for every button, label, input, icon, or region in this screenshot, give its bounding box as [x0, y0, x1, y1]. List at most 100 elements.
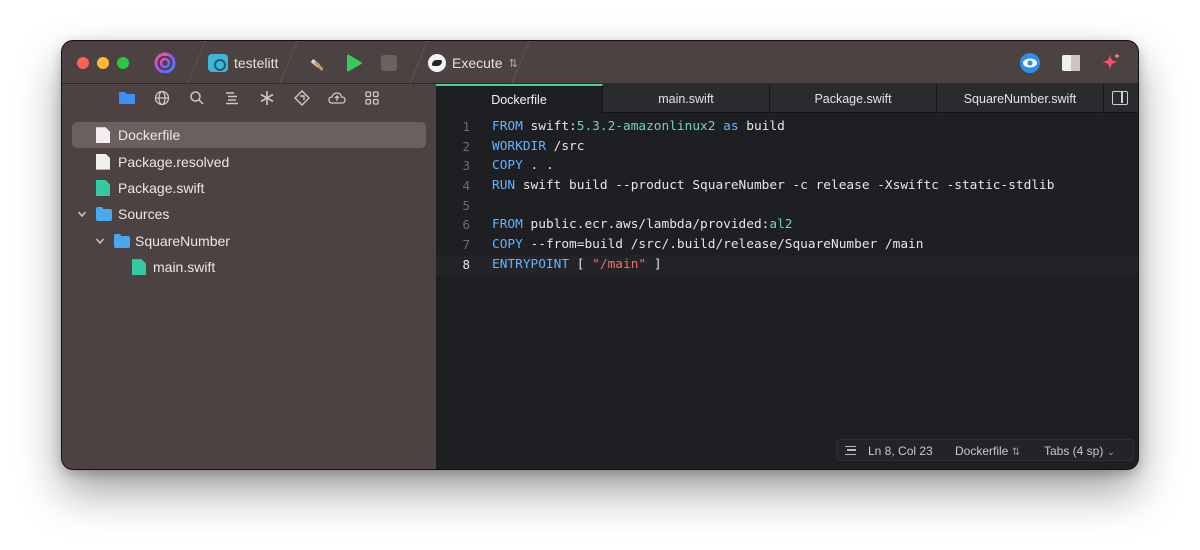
folder-icon[interactable] [116, 89, 138, 107]
globe-icon[interactable] [151, 89, 173, 107]
code-text: FROM public.ecr.aws/lambda/provided:al2 [492, 215, 793, 235]
file-tree-item-label: Dockerfile [118, 127, 181, 144]
code-text: COPY . . [492, 156, 554, 176]
scheme-selector[interactable]: Execute ⇅ [428, 52, 518, 74]
code-string: "/main" [592, 256, 647, 272]
titlebar: testelitt Execute ⇅ [62, 41, 1138, 84]
tab-squarenumber-swift[interactable]: SquareNumber.swift [937, 84, 1104, 113]
swift-file-icon [132, 259, 146, 276]
chevron-down-icon[interactable] [94, 235, 106, 247]
hammer-icon[interactable] [307, 52, 329, 74]
code-text: COPY --from=build /src/.build/release/Sq… [492, 235, 923, 255]
lines-icon[interactable] [845, 446, 856, 455]
code-keyword: RUN [492, 178, 516, 194]
diamond-icon[interactable] [291, 89, 313, 107]
indentation-selector[interactable]: Tabs (4 sp) ⌄ [1044, 444, 1115, 458]
line-number: 1 [462, 119, 470, 134]
file-tree-item-label: Package.swift [118, 179, 205, 196]
line-number: 6 [462, 217, 470, 233]
cursor-position[interactable]: Ln 8, Col 23 [868, 444, 933, 458]
tab-main-swift[interactable]: main.swift [603, 84, 770, 113]
updown-chevron-icon: ⇅ [1011, 447, 1021, 458]
close-window-button[interactable] [77, 57, 89, 69]
tab-package-swift[interactable]: Package.swift [770, 84, 937, 113]
code-keyword: COPY [492, 158, 523, 174]
code-text: ENTRYPOINT [ "/main" ] [492, 255, 662, 275]
file-type-label: Dockerfile [955, 444, 1009, 458]
folder-icon [96, 207, 112, 222]
code-keyword: as [723, 119, 739, 134]
code-line: 1 FROM swift:5.3.2-amazonlinux2 as build [436, 117, 1138, 137]
code-line: 4 RUN swift build --product SquareNumber … [436, 176, 1138, 196]
code-editor: Dockerfile main.swift Package.swift Squa… [436, 84, 1138, 469]
editor-tab-bar: Dockerfile main.swift Package.swift Squa… [436, 84, 1138, 113]
code-line: 6 FROM public.ecr.aws/lambda/provided:al2 [436, 215, 1138, 235]
code-area[interactable]: 1 FROM swift:5.3.2-amazonlinux2 as build … [436, 117, 1138, 275]
line-number: 5 [462, 197, 470, 213]
code-token: build [738, 119, 785, 134]
code-token: swift build --product SquareNumber -c re… [515, 178, 1055, 194]
search-icon[interactable] [186, 89, 208, 107]
grid-icon[interactable] [361, 89, 383, 107]
line-number: 7 [462, 237, 470, 253]
chevron-down-icon[interactable] [76, 208, 88, 220]
line-number: 3 [462, 158, 470, 174]
file-tree-item-label: SquareNumber [135, 232, 230, 249]
chevron-down-icon: ⌄ [1106, 447, 1116, 458]
stop-icon[interactable] [378, 52, 400, 74]
sidebar-layout-icon[interactable] [1060, 52, 1082, 74]
list-icon[interactable] [221, 89, 243, 107]
editor-status-bar: Ln 8, Col 23 Dockerfile ⇅ Tabs (4 sp) ⌄ [836, 439, 1134, 461]
code-token: al2 [769, 217, 793, 233]
code-text: WORKDIR /src [492, 137, 584, 157]
file-tree-item-label: Package.resolved [118, 153, 230, 170]
eye-icon[interactable] [1019, 52, 1041, 74]
zoom-window-button[interactable] [117, 57, 129, 69]
code-token: swift: [522, 119, 577, 134]
titlebar-divider [187, 41, 206, 84]
code-line: 2 WORKDIR /src [436, 137, 1138, 157]
file-tree-item-package-swift[interactable]: Package.swift [72, 175, 426, 201]
code-keyword: WORKDIR [492, 138, 546, 154]
line-number: 4 [462, 178, 470, 194]
code-token: [ [569, 256, 593, 272]
code-keyword: ENTRYPOINT [492, 256, 570, 272]
swift-file-icon [96, 179, 110, 196]
file-tree-item-squarenumber[interactable]: SquareNumber [72, 228, 426, 254]
code-text: FROM swift:5.3.2-amazonlinux2 as build [492, 117, 785, 137]
navigator-tab-bar [62, 84, 436, 112]
folder-icon [114, 233, 130, 248]
play-icon[interactable] [343, 52, 365, 74]
split-editor-icon[interactable] [1112, 91, 1128, 105]
file-tree-item-label: main.swift [153, 259, 216, 276]
code-token: /src [545, 138, 585, 154]
file-tree-item-package-resolved[interactable]: Package.resolved [72, 148, 426, 174]
file-tree-item-dockerfile[interactable]: Dockerfile [72, 122, 426, 149]
file-tree: Dockerfile Package.resolved Package.swif… [72, 122, 426, 280]
code-keyword: COPY [492, 237, 523, 253]
code-text: RUN swift build --product SquareNumber -… [492, 176, 1054, 196]
line-number: 8 [462, 256, 470, 272]
asterisk-icon[interactable] [256, 89, 278, 107]
titlebar-divider [409, 41, 428, 84]
editor-window: testelitt Execute ⇅ Dockerfile Package.r… [62, 41, 1138, 469]
app-logo-icon[interactable] [154, 51, 176, 73]
code-keyword: FROM [492, 217, 523, 233]
minimize-window-button[interactable] [97, 57, 109, 69]
line-number: 2 [462, 138, 470, 154]
file-tree-item-sources[interactable]: Sources [72, 201, 426, 227]
updown-chevron-icon: ⇅ [508, 57, 518, 70]
project-name: testelitt [234, 55, 279, 71]
file-type-selector[interactable]: Dockerfile ⇅ [955, 444, 1020, 458]
tab-dockerfile[interactable]: Dockerfile [436, 84, 603, 113]
code-token: ] [646, 256, 662, 272]
indentation-label: Tabs (4 sp) [1044, 444, 1104, 458]
sparkle-icon[interactable] [1100, 52, 1122, 74]
file-tree-item-label: Sources [118, 206, 170, 223]
code-token: 5.3.2-amazonlinux2 [576, 119, 716, 134]
file-tree-item-main-swift[interactable]: main.swift [72, 254, 426, 280]
document-icon [96, 153, 110, 170]
cloud-icon[interactable] [326, 89, 348, 107]
project-selector[interactable]: testelitt [208, 52, 278, 74]
